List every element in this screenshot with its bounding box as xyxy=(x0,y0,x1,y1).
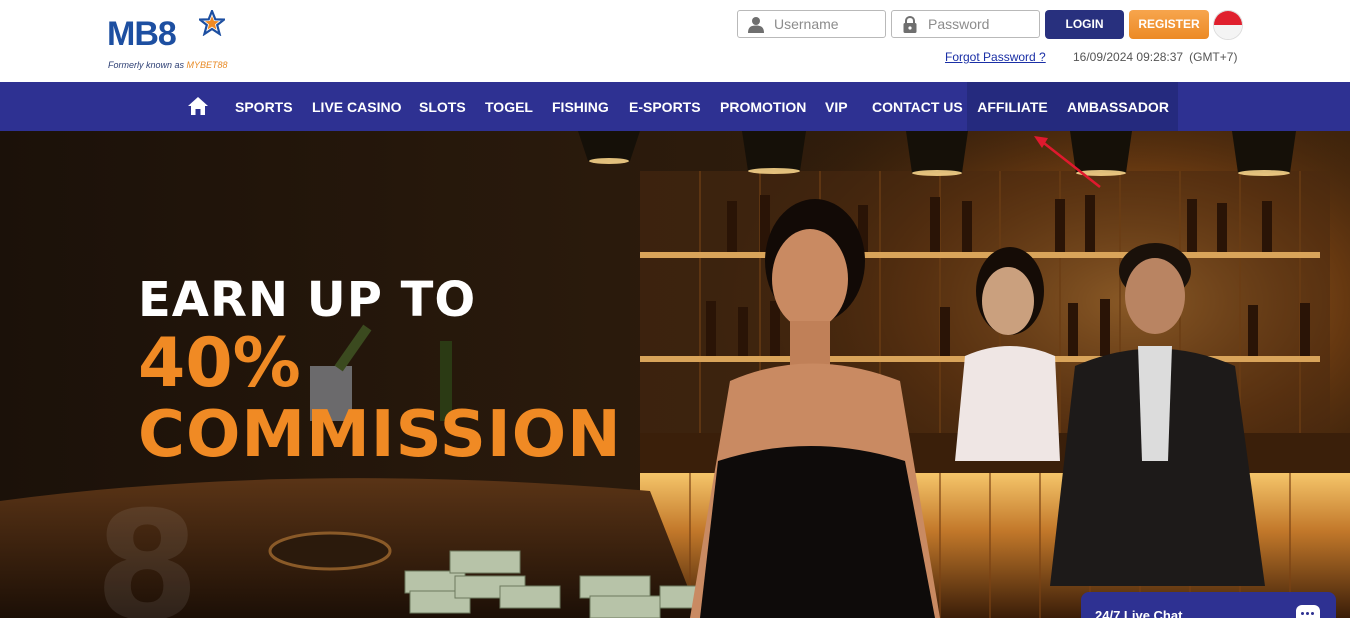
login-button[interactable]: LOGIN xyxy=(1045,10,1124,39)
chat-dot xyxy=(1301,612,1304,615)
password-input[interactable] xyxy=(928,14,1033,34)
banner-line-percent: 40% xyxy=(138,324,301,403)
live-chat-label: 24/7 Live Chat xyxy=(1095,608,1183,623)
banner-line-earn: EARN UP TO xyxy=(138,272,477,328)
username-input[interactable] xyxy=(774,14,879,34)
password-field[interactable] xyxy=(891,10,1040,38)
mb8-logo[interactable]: MB8 Formerly known as MYBET88 xyxy=(107,8,247,72)
logo-subtitle-prefix: Formerly known as xyxy=(108,60,187,70)
affiliate-banner[interactable]: 8 EARN UP TO 40% COMMISSION xyxy=(0,131,1350,618)
clock-datetime: 16/09/2024 09:28:37 xyxy=(1073,50,1184,64)
username-field[interactable] xyxy=(737,10,886,38)
flag-red-band xyxy=(1214,11,1242,25)
chat-dot xyxy=(1311,612,1314,615)
banner-line-commission: COMMISSION xyxy=(138,398,622,472)
annotation-highlight-box xyxy=(0,82,1350,131)
logo-wordmark: MB8 xyxy=(107,15,177,53)
logo-subtitle-brand: MYBET88 xyxy=(186,60,228,70)
site-header: MB8 Formerly known as MYBET88 LOGIN REGI… xyxy=(0,0,1350,82)
lock-icon xyxy=(903,16,917,33)
chat-dot xyxy=(1306,612,1309,615)
star-icon xyxy=(199,10,225,36)
svg-text:8: 8 xyxy=(95,480,199,618)
logo-subtitle: Formerly known as MYBET88 xyxy=(108,60,228,70)
server-clock: 16/09/2024 09:28:37 (GMT+7) xyxy=(1073,50,1237,64)
chat-bubble-icon xyxy=(1296,605,1320,625)
annotation-arrow xyxy=(1034,136,1101,188)
forgot-password-link[interactable]: Forgot Password ? xyxy=(945,50,1046,64)
live-chat-widget[interactable]: 24/7 Live Chat xyxy=(1081,592,1336,625)
clock-timezone: (GMT+7) xyxy=(1189,50,1238,64)
flag-white-band xyxy=(1214,25,1242,39)
user-icon xyxy=(748,17,764,33)
register-button[interactable]: REGISTER xyxy=(1129,10,1209,39)
indonesia-flag-icon[interactable] xyxy=(1213,10,1243,40)
banner-headline: EARN UP TO 40% COMMISSION xyxy=(138,272,622,470)
